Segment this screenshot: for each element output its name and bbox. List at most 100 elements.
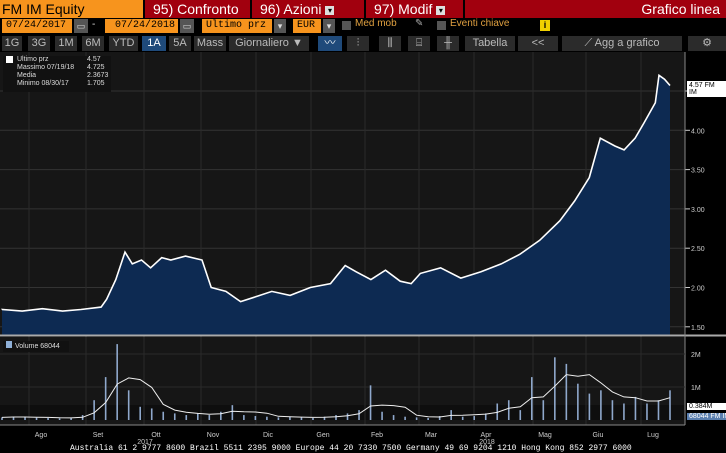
candlestick-icon[interactable]: ⌸ — [408, 36, 430, 51]
field-select[interactable]: Ultimo prz — [202, 19, 272, 33]
volume-bar — [473, 416, 475, 420]
x-tick-label: Apr — [481, 432, 493, 439]
legend-row: Minimo 08/30/171.705 — [3, 80, 111, 88]
compare-button[interactable]: 95) Confronto — [145, 0, 250, 18]
volume-bar — [255, 416, 257, 420]
bar-chart-icon[interactable]: ⫼ — [379, 36, 401, 51]
calendar-icon[interactable]: ▭ — [74, 19, 88, 33]
moving-avg-checkbox[interactable] — [342, 21, 351, 30]
volume-bar — [312, 418, 314, 420]
date-separator: - — [92, 19, 95, 30]
edit-label: 97) Modif — [374, 1, 432, 17]
volume-bar — [301, 417, 303, 420]
x-tick-label: Ago — [35, 432, 48, 439]
volume-bar — [427, 418, 429, 420]
currency-select[interactable]: EUR — [293, 19, 321, 33]
period-5a[interactable]: 5A — [169, 36, 191, 51]
period-1m[interactable]: 1M — [55, 36, 77, 51]
volume-bar — [139, 407, 141, 420]
legend-value: 4.725 — [87, 64, 105, 72]
volume-bar — [635, 397, 637, 420]
volume-bar — [393, 415, 395, 420]
volume-bar — [47, 418, 49, 420]
volume-bar — [612, 400, 614, 420]
key-events-label: Eventi chiave — [450, 18, 509, 29]
start-date-input[interactable]: 07/24/2017 — [2, 19, 72, 33]
volume-bar — [151, 408, 153, 420]
ohlc-icon[interactable]: ⫶ — [347, 36, 369, 51]
footer-contacts: Australia 61 2 9777 8600 Brazil 5511 239… — [70, 444, 632, 453]
legend-label: Massimo 07/19/18 — [17, 64, 87, 72]
period-6m[interactable]: 6M — [82, 36, 104, 51]
legend-swatch — [6, 56, 13, 63]
volume-bar — [59, 418, 61, 420]
x-tick-label: Dic — [263, 432, 274, 439]
volume-bar — [128, 390, 130, 420]
volume-bar — [416, 417, 418, 420]
volume-bar — [93, 400, 95, 420]
volume-bar — [658, 400, 660, 420]
volume-bar — [462, 417, 464, 420]
volume-bar — [508, 400, 510, 420]
collapse-button[interactable]: << — [518, 36, 558, 51]
actions-menu[interactable]: 96) Azioni▾ — [252, 0, 364, 18]
x-tick-label: Mar — [425, 432, 438, 439]
x-tick-label: Mag — [538, 432, 552, 439]
period-max[interactable]: Mass — [194, 36, 226, 51]
volume-bar — [185, 415, 187, 420]
x-tick-label: Gen — [316, 432, 329, 439]
volume-plot-band — [0, 405, 685, 420]
edit-menu[interactable]: 97) Modif ▾ — [366, 0, 463, 18]
x-tick-label: Giu — [593, 432, 604, 439]
period-3g[interactable]: 3G — [28, 36, 50, 51]
volume-bar — [105, 377, 107, 420]
volume-bar — [669, 390, 671, 420]
volume-bar — [162, 412, 164, 420]
volume-bar — [600, 390, 602, 420]
chart-add-icon: ⟋ — [585, 37, 595, 49]
settings-gear-icon[interactable]: ⚙ — [688, 36, 726, 51]
key-events-checkbox[interactable] — [437, 21, 446, 30]
volume-legend-label: Volume 68044 — [15, 343, 60, 350]
volume-bar — [554, 357, 556, 420]
add-to-chart-button[interactable]: ⟋ Agg a grafico — [562, 36, 682, 51]
volume-bar — [566, 364, 568, 420]
legend-value: 2.3673 — [87, 72, 108, 80]
y-tick-label: 3.00 — [691, 207, 705, 214]
period-1a[interactable]: 1A — [142, 36, 166, 51]
volume-tick-label: 1M — [691, 385, 701, 392]
table-button[interactable]: Tabella — [465, 36, 515, 51]
volume-legend: Volume 68044 — [3, 341, 69, 352]
currency-dropdown-icon[interactable]: ▾ — [323, 19, 335, 33]
volume-bar — [347, 413, 349, 420]
pencil-icon[interactable]: ✎ — [415, 18, 423, 29]
y-tick-label: 1.50 — [691, 325, 705, 332]
calendar-icon[interactable]: ▭ — [180, 19, 194, 33]
legend-label: Minimo 08/30/17 — [17, 80, 87, 88]
legend-value: 1.705 — [87, 80, 105, 88]
y-tick-label: 3.50 — [691, 168, 705, 175]
volume-bar — [197, 413, 199, 420]
volume-bar — [266, 417, 268, 420]
period-ytd[interactable]: YTD — [109, 36, 138, 51]
volume-bar — [381, 412, 383, 420]
volume-bar — [623, 404, 625, 421]
period-1g[interactable]: 1G — [2, 36, 22, 51]
line-chart-icon[interactable]: 〰 — [318, 36, 342, 51]
x-tick-label: Set — [93, 432, 104, 439]
end-date-input[interactable]: 07/24/2018 — [105, 19, 178, 33]
info-icon[interactable]: i — [540, 20, 550, 31]
field-dropdown-icon[interactable]: ▾ — [274, 19, 286, 33]
volume-bar — [589, 394, 591, 420]
volume-bar — [577, 384, 579, 420]
price-volume-chart[interactable]: 4.504.003.503.002.502.001.50AgoSetOttNov… — [0, 52, 726, 450]
volume-last-tag: 68044 FM IM — [687, 413, 726, 420]
ticker-field[interactable]: FM IM Equity — [0, 0, 143, 18]
frequency-select[interactable]: Giornaliero ▼ — [229, 36, 309, 51]
hilo-icon[interactable]: ╫ — [437, 36, 459, 51]
add-to-chart-label: Agg a grafico — [595, 37, 660, 49]
legend-swatch — [6, 341, 12, 348]
chart-type-title: Grafico linea — [465, 0, 726, 18]
volume-ma-tag: 0.384M — [687, 403, 726, 410]
chevron-down-icon: ▾ — [436, 6, 445, 15]
